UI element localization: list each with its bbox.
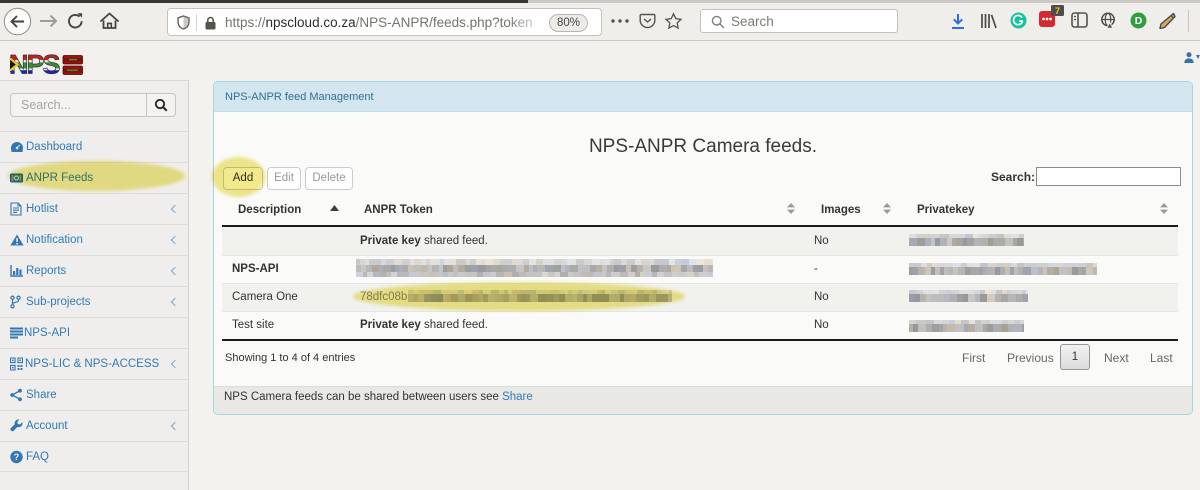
svg-text:D: D — [1135, 15, 1143, 27]
svg-text:7: 7 — [1055, 6, 1060, 16]
svg-text:?: ? — [14, 452, 20, 462]
